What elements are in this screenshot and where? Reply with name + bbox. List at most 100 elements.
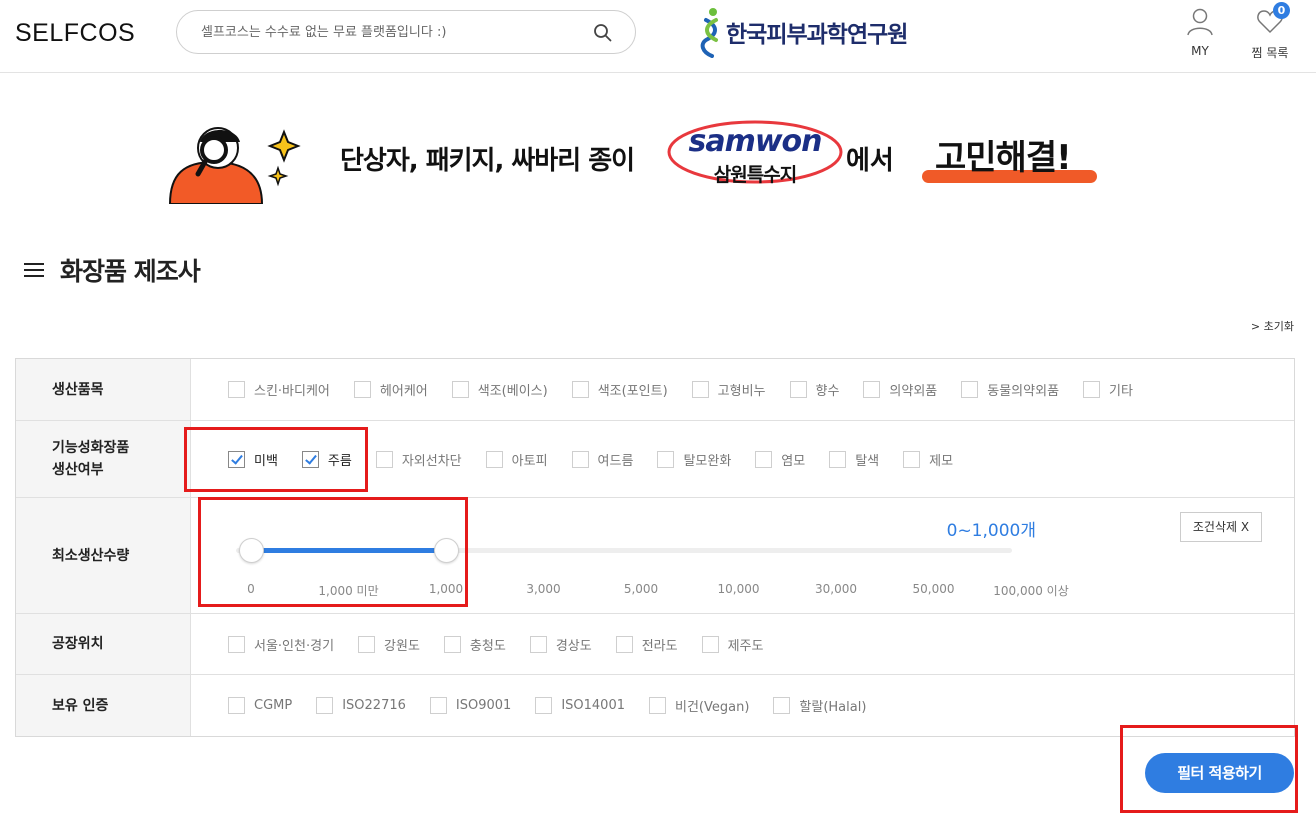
checkbox[interactable] xyxy=(829,450,847,468)
product-option-checkbox[interactable]: 스킨·바디케어 xyxy=(228,380,330,399)
functional-option-checkbox[interactable]: 미백 xyxy=(228,450,278,469)
apply-filter-button[interactable]: 필터 적용하기 xyxy=(1145,753,1294,793)
checkbox-label: 스킨·바디케어 xyxy=(254,384,330,399)
functional-option-checkbox[interactable]: 아토피 xyxy=(485,450,548,469)
product-options: 스킨·바디케어 헤어케어 색조(베이스) 색조(포인트) 고형비누 향수 의약외품 동물의약외… xyxy=(228,359,1157,420)
location-option-checkbox[interactable]: 제주도 xyxy=(701,635,763,654)
cert-option-checkbox[interactable]: 할랄(Halal) xyxy=(773,696,866,715)
checkbox[interactable] xyxy=(228,381,245,398)
checkbox-label: 기타 xyxy=(1109,384,1133,399)
checkbox[interactable] xyxy=(773,697,791,714)
filter-table: 생산품목 스킨·바디케어 헤어케어 색조(베이스) 색조(포인트) 고형비누 향수 의약외품… xyxy=(15,358,1295,737)
checkbox[interactable] xyxy=(649,697,666,714)
checkbox[interactable] xyxy=(358,635,376,653)
slider-handle-min[interactable] xyxy=(239,538,264,563)
location-option-checkbox[interactable]: 충청도 xyxy=(443,635,506,654)
checkbox[interactable] xyxy=(443,635,461,653)
checkbox[interactable] xyxy=(316,697,334,714)
checkbox-label: 자외선차단 xyxy=(401,453,462,469)
slider-handle-max[interactable] xyxy=(434,538,459,563)
kisr-logo[interactable]: 한국피부과학연구원 xyxy=(698,6,908,58)
checkbox[interactable] xyxy=(571,381,589,398)
banner-text-at: 에서 xyxy=(846,146,894,176)
location-option-checkbox[interactable]: 경상도 xyxy=(529,635,592,654)
checkbox[interactable] xyxy=(615,635,633,653)
checkbox[interactable] xyxy=(451,381,469,398)
checkbox[interactable] xyxy=(353,381,371,398)
checkbox[interactable] xyxy=(863,381,881,398)
checkbox[interactable] xyxy=(529,635,547,653)
checkbox[interactable] xyxy=(375,450,393,468)
checkbox[interactable] xyxy=(755,450,773,468)
cert-option-checkbox[interactable]: 비건(Vegan) xyxy=(649,696,749,715)
filter-label-functional-line1: 기능성화장품 xyxy=(52,440,130,456)
banner-text-solve: 고민해결! xyxy=(935,138,1072,178)
checkbox[interactable] xyxy=(485,450,503,468)
hamburger-menu-icon[interactable] xyxy=(24,262,44,278)
checkbox[interactable] xyxy=(903,450,921,468)
cert-option-checkbox[interactable]: ISO22716 xyxy=(316,697,406,714)
checkbox[interactable] xyxy=(789,381,807,398)
selfcos-logo[interactable]: SELFCOS xyxy=(15,19,135,48)
slider-tick-label: 0 xyxy=(247,582,255,596)
min-qty-value: 0~1,000개 xyxy=(946,521,1036,541)
condition-delete-button[interactable]: 조건삭제 X xyxy=(1180,512,1262,542)
checkbox[interactable] xyxy=(691,381,709,398)
search-icon[interactable] xyxy=(593,23,613,43)
samwon-logo: samwon 삼원특수지 xyxy=(665,118,845,190)
checkbox[interactable] xyxy=(228,697,245,714)
search-input[interactable] xyxy=(201,21,581,43)
functional-option-checkbox[interactable]: 자외선차단 xyxy=(375,450,462,469)
checkbox-label: 아토피 xyxy=(511,453,548,469)
checkbox-label: 여드름 xyxy=(597,453,634,469)
product-option-checkbox[interactable]: 향수 xyxy=(789,380,840,399)
product-option-checkbox[interactable]: 의약외품 xyxy=(863,380,937,399)
slider-tick-label: 3,000 xyxy=(526,582,561,596)
product-option-checkbox[interactable]: 동물의약외품 xyxy=(961,380,1059,399)
cert-option-checkbox[interactable]: ISO14001 xyxy=(535,697,625,714)
location-option-checkbox[interactable]: 서울·인천·경기 xyxy=(228,635,334,654)
location-option-checkbox[interactable]: 강원도 xyxy=(358,635,420,654)
location-option-checkbox[interactable]: 전라도 xyxy=(615,635,678,654)
checkbox[interactable] xyxy=(429,697,447,714)
wishlist-button[interactable]: 0 찜 목록 xyxy=(1245,2,1295,61)
functional-option-checkbox[interactable]: 탈모완화 xyxy=(657,450,731,469)
cert-option-checkbox[interactable]: CGMP xyxy=(228,697,292,714)
product-option-checkbox[interactable]: 기타 xyxy=(1083,380,1133,399)
checkbox[interactable] xyxy=(701,635,719,653)
checkbox[interactable] xyxy=(571,450,589,468)
slider-tick-label: 30,000 xyxy=(815,582,857,596)
cert-option-checkbox[interactable]: ISO9001 xyxy=(429,697,511,714)
checkbox[interactable] xyxy=(657,450,675,468)
product-option-checkbox[interactable]: 색조(포인트) xyxy=(571,380,668,399)
dna-logo-icon xyxy=(700,8,718,58)
my-label: MY xyxy=(1191,44,1209,58)
min-qty-slider[interactable]: 0~1,000개 0 1,000 미만 1,000 3,000 5,000 10,000 3… xyxy=(236,498,1069,614)
header: SELFCOS 한국피부과학연구원 MY 0 찜 목록 xyxy=(0,0,1316,73)
checkbox[interactable] xyxy=(1083,381,1101,398)
product-option-checkbox[interactable]: 헤어케어 xyxy=(353,380,428,399)
product-option-checkbox[interactable]: 색조(베이스) xyxy=(451,380,548,399)
functional-option-checkbox[interactable]: 탈색 xyxy=(829,450,879,469)
search-box[interactable] xyxy=(176,10,636,54)
ad-banner[interactable]: 단상자, 패키지, 싸바리 종이 samwon 삼원특수지 에서 고민해결! xyxy=(160,118,1120,208)
functional-option-checkbox[interactable]: 제모 xyxy=(903,450,953,469)
checkbox[interactable] xyxy=(228,450,245,468)
functional-option-checkbox[interactable]: 염모 xyxy=(755,450,805,469)
functional-option-checkbox[interactable]: 주름 xyxy=(301,450,352,469)
checkbox[interactable] xyxy=(301,450,319,468)
checkbox-label: 제모 xyxy=(929,453,954,469)
checkbox-label: 서울·인천·경기 xyxy=(254,638,335,654)
checkbox-label: 전라도 xyxy=(641,638,678,654)
functional-options: 미백 주름 자외선차단 아토피 여드름 탈모완화 염모 탈색 제모 xyxy=(228,421,977,497)
checkbox[interactable] xyxy=(961,381,979,398)
checkbox[interactable] xyxy=(535,697,553,714)
reset-filters-link[interactable]: > 초기화 xyxy=(1251,318,1294,334)
functional-option-checkbox[interactable]: 여드름 xyxy=(571,450,634,469)
checkbox-label: 비건(Vegan) xyxy=(675,700,750,715)
checkbox[interactable] xyxy=(228,635,245,653)
checkbox-label: 향수 xyxy=(815,384,840,399)
product-option-checkbox[interactable]: 고형비누 xyxy=(691,380,766,399)
my-page-button[interactable]: MY xyxy=(1181,6,1219,58)
filter-label-functional-line2: 생산여부 xyxy=(52,462,104,478)
